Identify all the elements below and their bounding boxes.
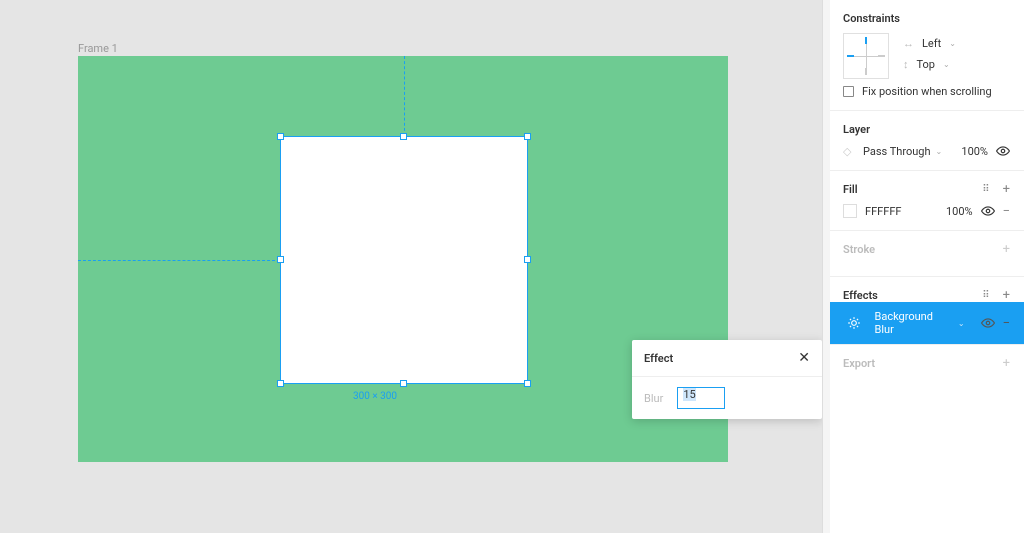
stroke-section: Stroke + — [829, 231, 1024, 277]
blur-field-label: Blur — [644, 392, 663, 405]
remove-effect-button[interactable]: − — [1003, 317, 1010, 330]
frame-label[interactable]: Frame 1 — [78, 42, 118, 55]
constraint-vertical-select[interactable]: ↕ Top⌄ — [903, 58, 956, 71]
fix-position-checkbox[interactable]: Fix position when scrolling — [843, 85, 1010, 98]
chevron-down-icon: ⌄ — [936, 147, 943, 156]
resize-handle-tm[interactable] — [400, 133, 407, 140]
constraints-section: Constraints ↔ Left⌄ ↕ Top⌄ Fix position … — [829, 0, 1024, 111]
resize-handle-tr[interactable] — [524, 133, 531, 140]
visibility-toggle-icon[interactable] — [996, 144, 1010, 158]
fill-opacity-input[interactable]: 100% — [946, 205, 973, 218]
constraint-horizontal-select[interactable]: ↔ Left⌄ — [903, 37, 956, 50]
layer-section: Layer ◇ Pass Through⌄ 100% — [829, 111, 1024, 171]
alignment-guide-vertical — [404, 56, 405, 136]
add-export-button[interactable]: + — [1003, 357, 1010, 370]
chevron-down-icon: ⌄ — [958, 319, 965, 328]
add-fill-button[interactable]: + — [1003, 183, 1010, 196]
chevron-down-icon: ⌄ — [943, 60, 950, 69]
effects-section: Effects ⠿ + Background Blur ⌄ − — [829, 277, 1024, 345]
effect-settings-popup: Effect ✕ Blur 15 — [632, 340, 822, 419]
layer-title: Layer — [843, 123, 870, 136]
alignment-guide-horizontal — [78, 260, 280, 261]
blend-mode-select[interactable]: Pass Through⌄ — [863, 145, 942, 158]
chevron-down-icon: ⌄ — [949, 39, 956, 48]
layer-opacity-input[interactable]: 100% — [961, 145, 988, 158]
resize-handle-mr[interactable] — [524, 256, 531, 263]
fill-visibility-icon[interactable] — [981, 204, 995, 218]
resize-handle-br[interactable] — [524, 380, 531, 387]
selection-dimensions: 300 × 300 — [353, 391, 397, 402]
resize-handle-bm[interactable] — [400, 380, 407, 387]
effect-visibility-icon[interactable] — [981, 316, 995, 330]
checkbox-icon — [843, 86, 854, 97]
remove-fill-button[interactable]: − — [1003, 205, 1010, 218]
resize-handle-ml[interactable] — [277, 256, 284, 263]
fill-hex-input[interactable]: FFFFFF — [865, 205, 901, 218]
selected-rectangle[interactable] — [280, 136, 528, 384]
effects-title: Effects — [843, 289, 878, 302]
resize-handle-bl[interactable] — [277, 380, 284, 387]
effect-row-active[interactable]: Background Blur ⌄ − — [829, 302, 1024, 344]
export-title: Export — [843, 357, 875, 370]
effect-popup-title: Effect — [644, 352, 673, 365]
vertical-arrow-icon: ↕ — [903, 58, 909, 71]
effect-type-select[interactable]: Background Blur — [874, 310, 952, 336]
fill-title: Fill — [843, 183, 858, 196]
effect-settings-icon[interactable] — [843, 312, 864, 334]
add-stroke-button[interactable]: + — [1003, 243, 1010, 256]
fill-color-swatch[interactable] — [843, 204, 857, 218]
fill-styles-icon[interactable]: ⠿ — [982, 185, 990, 195]
blend-mode-icon: ◇ — [843, 145, 855, 158]
fill-section: Fill ⠿ + FFFFFF 100% − — [829, 171, 1024, 231]
frame-artboard[interactable]: 300 × 300 — [78, 56, 728, 462]
close-icon[interactable]: ✕ — [798, 351, 810, 365]
effects-styles-icon[interactable]: ⠿ — [982, 291, 990, 301]
blur-value-input[interactable]: 15 — [677, 387, 725, 409]
inspector-panel: Constraints ↔ Left⌄ ↕ Top⌄ Fix position … — [828, 0, 1024, 533]
horizontal-arrow-icon: ↔ — [903, 37, 914, 50]
constraints-title: Constraints — [843, 12, 900, 25]
export-section: Export + — [829, 345, 1024, 390]
constraints-widget[interactable] — [843, 33, 889, 79]
canvas[interactable]: Frame 1 300 × 300 Effect ✕ Blur 15 — [0, 0, 828, 533]
resize-handle-tl[interactable] — [277, 133, 284, 140]
stroke-title: Stroke — [843, 243, 875, 256]
add-effect-button[interactable]: + — [1003, 289, 1010, 302]
